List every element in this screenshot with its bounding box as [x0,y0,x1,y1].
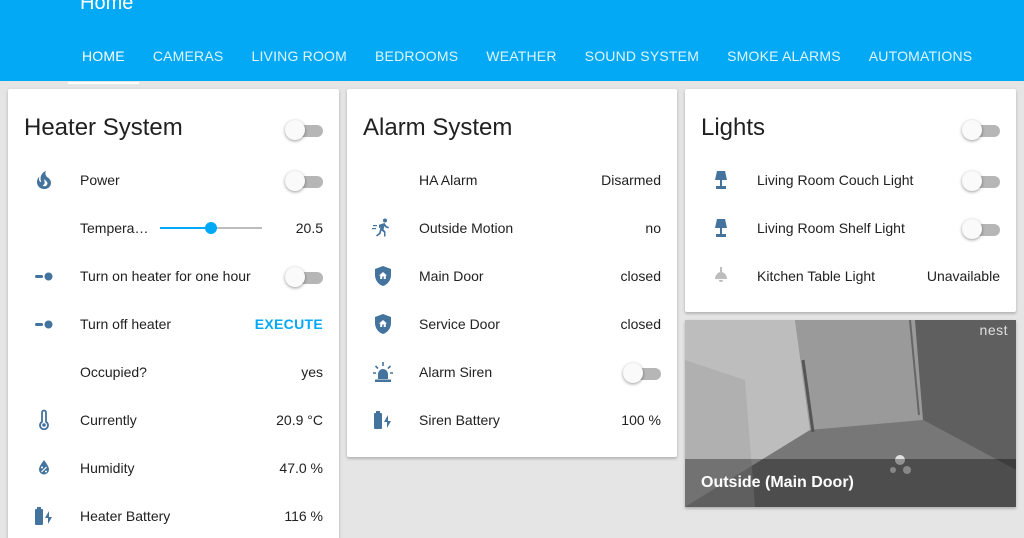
alarm-siren-toggle[interactable] [623,362,661,383]
execute-button[interactable]: EXECUTE [255,315,323,333]
battery-charging-icon [371,408,395,432]
entity-row-main-door: Main Door closed [347,256,677,296]
alarm-system-card: Alarm System HA Alarm Disarmed Outside M… [347,89,677,457]
entity-row-service-door: Service Door closed [347,304,677,344]
shield-home-icon [371,312,395,336]
entity-label: Alarm Siren [419,364,493,380]
entity-label: Living Room Couch Light [757,172,914,188]
entity-row-shelf-light: Living Room Shelf Light [685,208,1016,248]
entity-label: HA Alarm [419,172,478,188]
heater-system-card: Heater System Power Tempera… 20.5 Turn o… [8,89,339,538]
thermometer-icon [32,408,56,432]
entity-label: Occupied? [80,364,147,380]
alarm-state: Disarmed [601,172,661,188]
alarm-light-icon [371,360,395,384]
entity-label: Currently [80,412,137,428]
fire-icon [32,168,56,192]
entity-label: Main Door [419,268,484,284]
tab-bedrooms[interactable]: BEDROOMS [361,36,472,81]
script-icon [32,312,56,336]
card-title: Alarm System [363,114,513,141]
entity-label: Outside Motion [419,220,514,236]
entity-value: Unavailable [926,268,1000,284]
card-title: Lights [701,114,766,141]
entity-row-power: Power [8,160,339,200]
entity-value: 47.0 % [279,460,323,476]
motion-icon [371,216,395,240]
tab-living-room[interactable]: LIVING ROOM [237,36,361,81]
entity-value: yes [301,364,323,380]
entity-label: Service Door [419,316,500,332]
entity-label: Heater Battery [80,508,171,524]
entity-label: Humidity [80,460,135,476]
entity-row-heater-one-hour: Turn on heater for one hour [8,256,339,296]
entity-value: no [645,220,661,236]
battery-charging-icon [32,504,56,528]
heater-group-toggle[interactable] [285,119,323,140]
slider-knob[interactable] [205,222,217,234]
entity-row-siren-battery: Siren Battery 100 % [347,400,677,440]
tab-home[interactable]: HOME [68,36,139,84]
entity-value: closed [620,316,661,332]
tab-smoke-alarms[interactable]: SMOKE ALARMS [713,36,855,81]
temperature-slider[interactable] [160,222,262,234]
entity-row-turn-off-heater: Turn off heater EXECUTE [8,304,339,344]
entity-label: Turn on heater for one hour [80,268,251,284]
tab-sound-system[interactable]: SOUND SYSTEM [571,36,713,81]
entity-label: Turn off heater [80,316,172,332]
camera-card[interactable]: nest Outside (Main Door) [685,320,1016,507]
entity-row-ha-alarm[interactable]: HA Alarm Disarmed [347,160,677,200]
entity-label: Tempera… [80,220,149,236]
shelf-light-toggle[interactable] [962,218,1000,239]
entity-label: Living Room Shelf Light [757,220,905,236]
view-tabs: HOME CAMERAS LIVING ROOM BEDROOMS WEATHE… [68,36,987,84]
camera-name: Outside (Main Door) [685,459,1016,507]
entity-row-humidity: Humidity 47.0 % [8,448,339,488]
page-title: Home [80,0,134,14]
temperature-value: 20.5 [295,220,323,236]
entity-row-heater-battery: Heater Battery 116 % [8,496,339,536]
entity-value: closed [620,268,661,284]
entity-row-currently: Currently 20.9 °C [8,400,339,440]
entity-row-alarm-siren: Alarm Siren [347,352,677,392]
nest-logo: nest [979,322,1008,338]
slider-fill [160,227,211,229]
entity-label: Power [80,172,120,188]
entity-value: 100 % [621,412,661,428]
entity-row-occupied: Occupied? yes [8,352,339,392]
shield-home-icon [371,264,395,288]
entity-row-temperature: Tempera… 20.5 [8,208,339,248]
lamp-icon [709,168,733,192]
entity-row-outside-motion: Outside Motion no [347,208,677,248]
entity-value: 20.9 °C [276,412,323,428]
lights-group-toggle[interactable] [962,119,1000,140]
tab-weather[interactable]: WEATHER [472,36,570,81]
script-icon [32,264,56,288]
entity-value: 116 % [284,508,323,524]
entity-row-kitchen-light: Kitchen Table Light Unavailable [685,256,1016,296]
humidity-icon [32,456,56,480]
entity-label: Kitchen Table Light [757,268,876,284]
entity-row-couch-light: Living Room Couch Light [685,160,1016,200]
power-toggle[interactable] [285,170,323,191]
tab-automations[interactable]: AUTOMATIONS [855,36,987,81]
tab-cameras[interactable]: CAMERAS [139,36,238,81]
ceiling-light-icon [709,264,733,288]
app-header: Home HOME CAMERAS LIVING ROOM BEDROOMS W… [0,0,1024,84]
heater-one-hour-toggle[interactable] [285,266,323,287]
lights-card: Lights Living Room Couch Light Living Ro… [685,89,1016,312]
lamp-icon [709,216,733,240]
entity-label: Siren Battery [419,412,500,428]
card-title: Heater System [24,114,183,141]
couch-light-toggle[interactable] [962,170,1000,191]
